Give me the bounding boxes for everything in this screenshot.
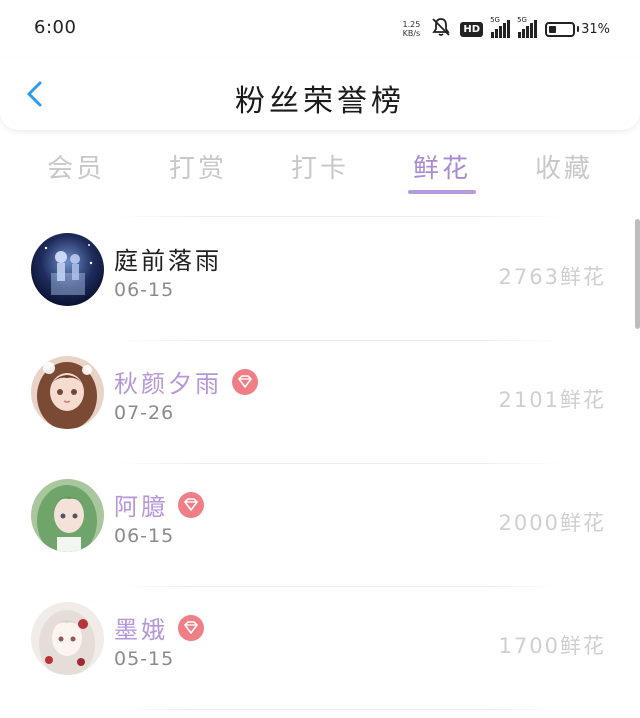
tab-favorites[interactable]: 收藏 [518,140,610,204]
category-tabs: 会员 打赏 打卡 鲜花 收藏 [30,140,610,204]
flower-count: 2000鲜花 [498,511,606,535]
tab-member[interactable]: 会员 [30,140,122,204]
tab-flowers[interactable]: 鲜花 [396,140,488,204]
flower-count: 2763鲜花 [498,265,606,289]
bell-muted-icon [430,16,452,42]
battery-percent: 31% [581,21,610,37]
name-row: 阿臆 [114,487,204,522]
name-row: 庭前落雨 [114,241,222,276]
flower-count: 1700鲜花 [498,634,606,658]
user-date: 06-15 [114,279,175,301]
tab-checkin[interactable]: 打卡 [274,140,366,204]
list-item[interactable]: 墨娥 05-15 1700鲜花 [0,586,640,709]
user-name: 秋颜夕雨 [114,370,222,398]
network-speed: 1.25 KB/s [402,20,421,38]
user-name: 阿臆 [114,493,168,521]
user-name: 墨娥 [114,616,168,644]
scrollbar[interactable] [635,219,640,329]
signal-icon-2: 5G [517,16,538,38]
vip-diamond-icon [178,614,204,641]
status-indicators: 1.25 KB/s HD 5G 5G 31% [400,16,610,42]
tab-reward[interactable]: 打赏 [152,140,244,204]
list-item[interactable]: 阿臆 06-15 2000鲜花 [0,463,640,586]
signal-icon: 5G [490,16,511,38]
user-date: 06-15 [114,525,175,547]
user-date: 07-26 [114,402,175,424]
divider [112,709,568,710]
avatar[interactable] [31,356,104,429]
status-bar: 6:00 1.25 KB/s HD 5G 5G 31% [0,0,640,58]
name-row: 秋颜夕雨 [114,364,258,399]
vip-diamond-icon [232,368,258,395]
avatar[interactable] [31,233,104,306]
user-date: 05-15 [114,648,175,670]
battery-fill [549,25,556,33]
status-time: 6:00 [34,17,77,38]
active-tab-indicator [408,190,476,194]
vip-diamond-icon [178,491,204,518]
tab-flowers-label: 鲜花 [412,154,471,184]
hd-voice-icon: HD [460,21,484,37]
list-item[interactable]: 秋颜夕雨 07-26 2101鲜花 [0,340,640,463]
top-nav-bar: 粉丝荣誉榜 [0,58,640,130]
flower-count: 2101鲜花 [498,388,606,412]
avatar[interactable] [31,602,104,675]
page-title: 粉丝荣誉榜 [235,84,405,119]
name-row: 墨娥 [114,610,204,645]
user-name: 庭前落雨 [114,247,222,275]
list-item[interactable]: 庭前落雨 06-15 2763鲜花 [0,217,640,340]
avatar[interactable] [31,479,104,552]
battery-icon: 31% [545,21,610,37]
